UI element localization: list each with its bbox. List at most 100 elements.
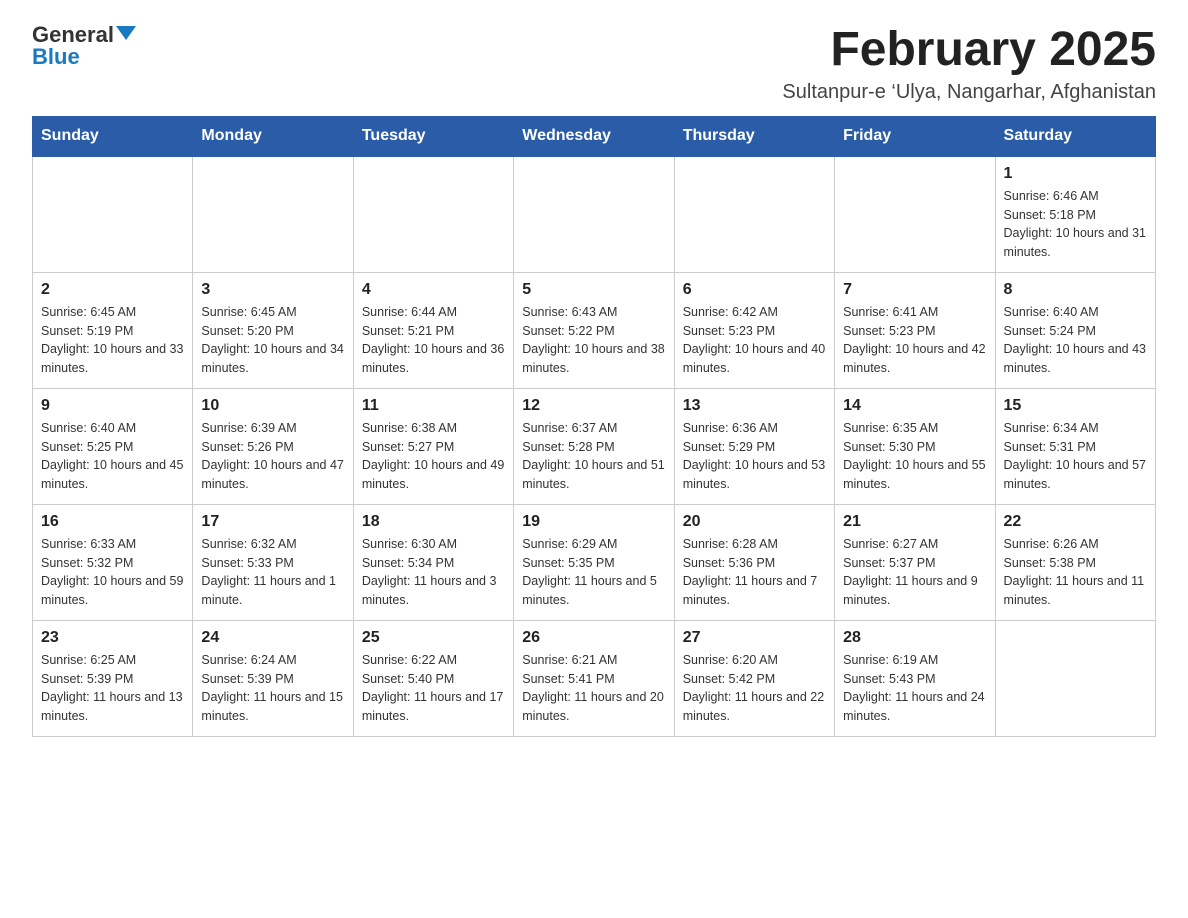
calendar-cell <box>995 620 1155 736</box>
weekday-header-monday: Monday <box>193 116 353 156</box>
location-title: Sultanpur-e ‘Ulya, Nangarhar, Afghanista… <box>782 81 1156 104</box>
day-number: 26 <box>522 629 665 647</box>
calendar-cell: 28 Sunrise: 6:19 AMSunset: 5:43 PMDayligh… <box>835 620 995 736</box>
day-info: Sunrise: 6:33 AMSunset: 5:32 PMDaylight:… <box>41 535 184 610</box>
calendar-cell: 13 Sunrise: 6:36 AMSunset: 5:29 PMDayligh… <box>674 388 834 504</box>
day-number: 11 <box>362 397 505 415</box>
logo-triangle-icon <box>116 26 136 40</box>
day-info: Sunrise: 6:24 AMSunset: 5:39 PMDaylight:… <box>201 651 344 726</box>
calendar-cell: 1 Sunrise: 6:46 AMSunset: 5:18 PMDaylight… <box>995 156 1155 273</box>
day-info: Sunrise: 6:44 AMSunset: 5:21 PMDaylight:… <box>362 303 505 378</box>
calendar-week-row: 2 Sunrise: 6:45 AMSunset: 5:19 PMDaylight… <box>33 272 1156 388</box>
month-title: February 2025 <box>782 24 1156 77</box>
calendar-cell: 27 Sunrise: 6:20 AMSunset: 5:42 PMDayligh… <box>674 620 834 736</box>
day-info: Sunrise: 6:19 AMSunset: 5:43 PMDaylight:… <box>843 651 986 726</box>
day-number: 25 <box>362 629 505 647</box>
day-info: Sunrise: 6:22 AMSunset: 5:40 PMDaylight:… <box>362 651 505 726</box>
calendar-cell: 11 Sunrise: 6:38 AMSunset: 5:27 PMDayligh… <box>353 388 513 504</box>
day-number: 1 <box>1004 165 1147 183</box>
calendar-cell: 23Sunrise: 6:25 AMSunset: 5:39 PMDayligh… <box>33 620 193 736</box>
calendar-cell: 15 Sunrise: 6:34 AMSunset: 5:31 PMDayligh… <box>995 388 1155 504</box>
day-info: Sunrise: 6:30 AMSunset: 5:34 PMDaylight:… <box>362 535 505 610</box>
day-number: 15 <box>1004 397 1147 415</box>
day-number: 17 <box>201 513 344 531</box>
day-number: 23 <box>41 629 184 647</box>
calendar-cell: 7 Sunrise: 6:41 AMSunset: 5:23 PMDaylight… <box>835 272 995 388</box>
day-number: 3 <box>201 281 344 299</box>
calendar-cell <box>674 156 834 273</box>
logo-general-text: General <box>32 24 114 46</box>
day-info: Sunrise: 6:36 AMSunset: 5:29 PMDaylight:… <box>683 419 826 494</box>
calendar-cell <box>353 156 513 273</box>
day-number: 8 <box>1004 281 1147 299</box>
day-info: Sunrise: 6:40 AMSunset: 5:24 PMDaylight:… <box>1004 303 1147 378</box>
calendar-cell: 6 Sunrise: 6:42 AMSunset: 5:23 PMDaylight… <box>674 272 834 388</box>
day-info: Sunrise: 6:45 AMSunset: 5:19 PMDaylight:… <box>41 303 184 378</box>
day-number: 18 <box>362 513 505 531</box>
day-info: Sunrise: 6:43 AMSunset: 5:22 PMDaylight:… <box>522 303 665 378</box>
day-info: Sunrise: 6:38 AMSunset: 5:27 PMDaylight:… <box>362 419 505 494</box>
calendar-cell <box>514 156 674 273</box>
day-info: Sunrise: 6:20 AMSunset: 5:42 PMDaylight:… <box>683 651 826 726</box>
day-info: Sunrise: 6:37 AMSunset: 5:28 PMDaylight:… <box>522 419 665 494</box>
day-number: 19 <box>522 513 665 531</box>
weekday-header-saturday: Saturday <box>995 116 1155 156</box>
weekday-header-friday: Friday <box>835 116 995 156</box>
calendar-cell: 16 Sunrise: 6:33 AMSunset: 5:32 PMDayligh… <box>33 504 193 620</box>
day-number: 4 <box>362 281 505 299</box>
day-info: Sunrise: 6:26 AMSunset: 5:38 PMDaylight:… <box>1004 535 1147 610</box>
logo-blue-text: Blue <box>32 46 80 68</box>
weekday-header-thursday: Thursday <box>674 116 834 156</box>
calendar-table: SundayMondayTuesdayWednesdayThursdayFrid… <box>32 116 1156 737</box>
calendar-cell: 8 Sunrise: 6:40 AMSunset: 5:24 PMDaylight… <box>995 272 1155 388</box>
day-number: 22 <box>1004 513 1147 531</box>
weekday-header-sunday: Sunday <box>33 116 193 156</box>
calendar-cell: 14Sunrise: 6:35 AMSunset: 5:30 PMDayligh… <box>835 388 995 504</box>
day-info: Sunrise: 6:40 AMSunset: 5:25 PMDaylight:… <box>41 419 184 494</box>
day-number: 13 <box>683 397 826 415</box>
day-number: 27 <box>683 629 826 647</box>
calendar-cell <box>835 156 995 273</box>
day-number: 16 <box>41 513 184 531</box>
day-number: 21 <box>843 513 986 531</box>
calendar-cell: 18 Sunrise: 6:30 AMSunset: 5:34 PMDayligh… <box>353 504 513 620</box>
calendar-cell: 26 Sunrise: 6:21 AMSunset: 5:41 PMDayligh… <box>514 620 674 736</box>
calendar-cell: 21 Sunrise: 6:27 AMSunset: 5:37 PMDayligh… <box>835 504 995 620</box>
calendar-cell: 19 Sunrise: 6:29 AMSunset: 5:35 PMDayligh… <box>514 504 674 620</box>
day-number: 20 <box>683 513 826 531</box>
day-number: 5 <box>522 281 665 299</box>
day-info: Sunrise: 6:29 AMSunset: 5:35 PMDaylight:… <box>522 535 665 610</box>
day-info: Sunrise: 6:39 AMSunset: 5:26 PMDaylight:… <box>201 419 344 494</box>
day-number: 2 <box>41 281 184 299</box>
day-number: 24 <box>201 629 344 647</box>
calendar-cell: 17 Sunrise: 6:32 AMSunset: 5:33 PMDayligh… <box>193 504 353 620</box>
calendar-cell: 2 Sunrise: 6:45 AMSunset: 5:19 PMDaylight… <box>33 272 193 388</box>
calendar-cell: 5 Sunrise: 6:43 AMSunset: 5:22 PMDaylight… <box>514 272 674 388</box>
calendar-week-row: 16 Sunrise: 6:33 AMSunset: 5:32 PMDayligh… <box>33 504 1156 620</box>
calendar-cell: 4 Sunrise: 6:44 AMSunset: 5:21 PMDaylight… <box>353 272 513 388</box>
day-info: Sunrise: 6:32 AMSunset: 5:33 PMDaylight:… <box>201 535 344 610</box>
day-number: 9 <box>41 397 184 415</box>
calendar-week-row: 23Sunrise: 6:25 AMSunset: 5:39 PMDayligh… <box>33 620 1156 736</box>
day-number: 7 <box>843 281 986 299</box>
day-number: 6 <box>683 281 826 299</box>
day-info: Sunrise: 6:34 AMSunset: 5:31 PMDaylight:… <box>1004 419 1147 494</box>
calendar-cell: 9 Sunrise: 6:40 AMSunset: 5:25 PMDaylight… <box>33 388 193 504</box>
weekday-header-tuesday: Tuesday <box>353 116 513 156</box>
calendar-cell: 20 Sunrise: 6:28 AMSunset: 5:36 PMDayligh… <box>674 504 834 620</box>
calendar-cell: 10Sunrise: 6:39 AMSunset: 5:26 PMDayligh… <box>193 388 353 504</box>
day-info: Sunrise: 6:46 AMSunset: 5:18 PMDaylight:… <box>1004 187 1147 262</box>
day-info: Sunrise: 6:21 AMSunset: 5:41 PMDaylight:… <box>522 651 665 726</box>
day-info: Sunrise: 6:27 AMSunset: 5:37 PMDaylight:… <box>843 535 986 610</box>
title-block: February 2025 Sultanpur-e ‘Ulya, Nangarh… <box>782 24 1156 104</box>
calendar-week-row: 9 Sunrise: 6:40 AMSunset: 5:25 PMDaylight… <box>33 388 1156 504</box>
day-info: Sunrise: 6:35 AMSunset: 5:30 PMDaylight:… <box>843 419 986 494</box>
day-info: Sunrise: 6:28 AMSunset: 5:36 PMDaylight:… <box>683 535 826 610</box>
day-info: Sunrise: 6:42 AMSunset: 5:23 PMDaylight:… <box>683 303 826 378</box>
day-number: 28 <box>843 629 986 647</box>
calendar-cell: 24 Sunrise: 6:24 AMSunset: 5:39 PMDayligh… <box>193 620 353 736</box>
calendar-week-row: 1 Sunrise: 6:46 AMSunset: 5:18 PMDaylight… <box>33 156 1156 273</box>
day-info: Sunrise: 6:45 AMSunset: 5:20 PMDaylight:… <box>201 303 344 378</box>
calendar-cell <box>193 156 353 273</box>
day-info: Sunrise: 6:41 AMSunset: 5:23 PMDaylight:… <box>843 303 986 378</box>
